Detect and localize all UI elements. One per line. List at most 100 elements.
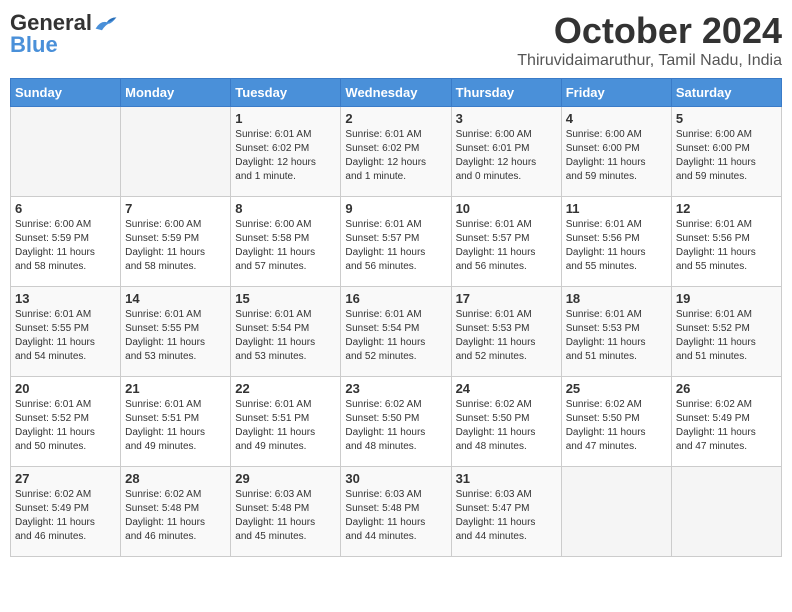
cell-text: Sunrise: 6:02 AMSunset: 5:49 PMDaylight:… — [15, 488, 116, 544]
cell-text: Sunrise: 6:01 AMSunset: 5:54 PMDaylight:… — [345, 308, 446, 364]
month-title: October 2024 — [517, 10, 782, 52]
cell-text: Sunrise: 6:01 AMSunset: 5:52 PMDaylight:… — [15, 398, 116, 454]
cell-text: Sunrise: 6:00 AMSunset: 5:59 PMDaylight:… — [15, 218, 116, 274]
cell-text: Sunrise: 6:00 AMSunset: 6:00 PMDaylight:… — [566, 128, 667, 184]
day-number: 9 — [345, 201, 446, 216]
calendar-cell: 14 Sunrise: 6:01 AMSunset: 5:55 PMDayligh… — [121, 287, 231, 377]
calendar-cell — [671, 467, 781, 557]
cell-text: Sunrise: 6:01 AMSunset: 5:56 PMDaylight:… — [566, 218, 667, 274]
cell-text: Sunrise: 6:01 AMSunset: 5:56 PMDaylight:… — [676, 218, 777, 274]
day-number: 23 — [345, 381, 446, 396]
calendar-cell: 23Sunrise: 6:02 AMSunset: 5:50 PMDayligh… — [341, 377, 451, 467]
day-number: 3 — [456, 111, 557, 126]
cell-text: Sunrise: 6:01 AMSunset: 5:51 PMDaylight:… — [235, 398, 336, 454]
title-block: October 2024 Thiruvidaimaruthur, Tamil N… — [517, 10, 782, 70]
calendar-cell: 5 Sunrise: 6:00 AMSunset: 6:00 PMDaylight… — [671, 107, 781, 197]
day-number: 14 — [125, 291, 226, 306]
cell-text: Sunrise: 6:01 AMSunset: 5:53 PMDaylight:… — [456, 308, 557, 364]
calendar-cell: 20 Sunrise: 6:01 AMSunset: 5:52 PMDayligh… — [11, 377, 121, 467]
calendar-week-4: 20 Sunrise: 6:01 AMSunset: 5:52 PMDayligh… — [11, 377, 782, 467]
cell-text: Sunrise: 6:00 AMSunset: 5:58 PMDaylight:… — [235, 218, 336, 274]
calendar-cell: 19 Sunrise: 6:01 AMSunset: 5:52 PMDayligh… — [671, 287, 781, 377]
cell-text: Sunrise: 6:01 AMSunset: 5:54 PMDaylight:… — [235, 308, 336, 364]
day-number: 17 — [456, 291, 557, 306]
calendar-cell: 9 Sunrise: 6:01 AMSunset: 5:57 PMDaylight… — [341, 197, 451, 287]
calendar-cell: 7 Sunrise: 6:00 AMSunset: 5:59 PMDaylight… — [121, 197, 231, 287]
calendar-cell: 13 Sunrise: 6:01 AMSunset: 5:55 PMDayligh… — [11, 287, 121, 377]
cell-text: Sunrise: 6:01 AMSunset: 5:52 PMDaylight:… — [676, 308, 777, 364]
calendar-cell: 12 Sunrise: 6:01 AMSunset: 5:56 PMDayligh… — [671, 197, 781, 287]
calendar-cell: 8Sunrise: 6:00 AMSunset: 5:58 PMDaylight… — [231, 197, 341, 287]
day-number: 10 — [456, 201, 557, 216]
day-number: 15 — [235, 291, 336, 306]
calendar-cell: 27Sunrise: 6:02 AMSunset: 5:49 PMDayligh… — [11, 467, 121, 557]
cell-text: Sunrise: 6:00 AMSunset: 5:59 PMDaylight:… — [125, 218, 226, 274]
calendar-week-2: 6 Sunrise: 6:00 AMSunset: 5:59 PMDaylight… — [11, 197, 782, 287]
calendar-cell: 15 Sunrise: 6:01 AMSunset: 5:54 PMDayligh… — [231, 287, 341, 377]
cell-text: Sunrise: 6:01 AMSunset: 5:53 PMDaylight:… — [566, 308, 667, 364]
calendar-cell: 26 Sunrise: 6:02 AMSunset: 5:49 PMDayligh… — [671, 377, 781, 467]
calendar-cell: 17 Sunrise: 6:01 AMSunset: 5:53 PMDayligh… — [451, 287, 561, 377]
calendar-cell: 4Sunrise: 6:00 AMSunset: 6:00 PMDaylight… — [561, 107, 671, 197]
cell-text: Sunrise: 6:03 AMSunset: 5:48 PMDaylight:… — [345, 488, 446, 544]
cell-text: Sunrise: 6:00 AMSunset: 6:00 PMDaylight:… — [676, 128, 777, 184]
cell-text: Sunrise: 6:01 AMSunset: 5:57 PMDaylight:… — [456, 218, 557, 274]
calendar-week-5: 27Sunrise: 6:02 AMSunset: 5:49 PMDayligh… — [11, 467, 782, 557]
day-number: 13 — [15, 291, 116, 306]
cell-text: Sunrise: 6:01 AMSunset: 5:55 PMDaylight:… — [125, 308, 226, 364]
calendar-table: SundayMondayTuesdayWednesdayThursdayFrid… — [10, 78, 782, 557]
day-number: 12 — [676, 201, 777, 216]
logo: General Blue — [10, 10, 118, 58]
cell-text: Sunrise: 6:01 AMSunset: 5:57 PMDaylight:… — [345, 218, 446, 274]
calendar-cell: 18 Sunrise: 6:01 AMSunset: 5:53 PMDayligh… — [561, 287, 671, 377]
day-number: 16 — [345, 291, 446, 306]
day-number: 1 — [235, 111, 336, 126]
calendar-cell: 10 Sunrise: 6:01 AMSunset: 5:57 PMDayligh… — [451, 197, 561, 287]
cell-text: Sunrise: 6:03 AMSunset: 5:48 PMDaylight:… — [235, 488, 336, 544]
calendar-cell: 16 Sunrise: 6:01 AMSunset: 5:54 PMDayligh… — [341, 287, 451, 377]
day-number: 29 — [235, 471, 336, 486]
day-number: 19 — [676, 291, 777, 306]
day-number: 5 — [676, 111, 777, 126]
calendar-week-1: 1 Sunrise: 6:01 AMSunset: 6:02 PMDaylight… — [11, 107, 782, 197]
cell-text: Sunrise: 6:02 AMSunset: 5:49 PMDaylight:… — [676, 398, 777, 454]
day-number: 7 — [125, 201, 226, 216]
day-number: 25 — [566, 381, 667, 396]
day-number: 26 — [676, 381, 777, 396]
day-number: 31 — [456, 471, 557, 486]
weekday-header-sunday: Sunday — [11, 79, 121, 107]
weekday-header-friday: Friday — [561, 79, 671, 107]
calendar-cell: 25 Sunrise: 6:02 AMSunset: 5:50 PMDayligh… — [561, 377, 671, 467]
day-number: 18 — [566, 291, 667, 306]
calendar-cell: 29 Sunrise: 6:03 AMSunset: 5:48 PMDayligh… — [231, 467, 341, 557]
day-number: 21 — [125, 381, 226, 396]
day-number: 2 — [345, 111, 446, 126]
calendar-cell — [561, 467, 671, 557]
cell-text: Sunrise: 6:02 AMSunset: 5:50 PMDaylight:… — [456, 398, 557, 454]
calendar-cell: 24 Sunrise: 6:02 AMSunset: 5:50 PMDayligh… — [451, 377, 561, 467]
weekday-header-saturday: Saturday — [671, 79, 781, 107]
cell-text: Sunrise: 6:02 AMSunset: 5:50 PMDaylight:… — [566, 398, 667, 454]
weekday-header-monday: Monday — [121, 79, 231, 107]
weekday-header-wednesday: Wednesday — [341, 79, 451, 107]
location: Thiruvidaimaruthur, Tamil Nadu, India — [517, 52, 782, 70]
calendar-cell: 22Sunrise: 6:01 AMSunset: 5:51 PMDayligh… — [231, 377, 341, 467]
calendar-cell: 31 Sunrise: 6:03 AMSunset: 5:47 PMDayligh… — [451, 467, 561, 557]
header-row: SundayMondayTuesdayWednesdayThursdayFrid… — [11, 79, 782, 107]
day-number: 20 — [15, 381, 116, 396]
logo-bird-icon — [94, 13, 118, 33]
day-number: 24 — [456, 381, 557, 396]
calendar-cell: 1 Sunrise: 6:01 AMSunset: 6:02 PMDaylight… — [231, 107, 341, 197]
cell-text: Sunrise: 6:03 AMSunset: 5:47 PMDaylight:… — [456, 488, 557, 544]
cell-text: Sunrise: 6:01 AMSunset: 5:55 PMDaylight:… — [15, 308, 116, 364]
calendar-week-3: 13 Sunrise: 6:01 AMSunset: 5:55 PMDayligh… — [11, 287, 782, 377]
day-number: 30 — [345, 471, 446, 486]
calendar-cell: 11Sunrise: 6:01 AMSunset: 5:56 PMDayligh… — [561, 197, 671, 287]
day-number: 6 — [15, 201, 116, 216]
calendar-cell: 28Sunrise: 6:02 AMSunset: 5:48 PMDayligh… — [121, 467, 231, 557]
calendar-cell — [11, 107, 121, 197]
cell-text: Sunrise: 6:01 AMSunset: 6:02 PMDaylight:… — [235, 128, 336, 184]
calendar-cell: 21Sunrise: 6:01 AMSunset: 5:51 PMDayligh… — [121, 377, 231, 467]
calendar-cell: 3Sunrise: 6:00 AMSunset: 6:01 PMDaylight… — [451, 107, 561, 197]
calendar-cell: 6 Sunrise: 6:00 AMSunset: 5:59 PMDaylight… — [11, 197, 121, 287]
